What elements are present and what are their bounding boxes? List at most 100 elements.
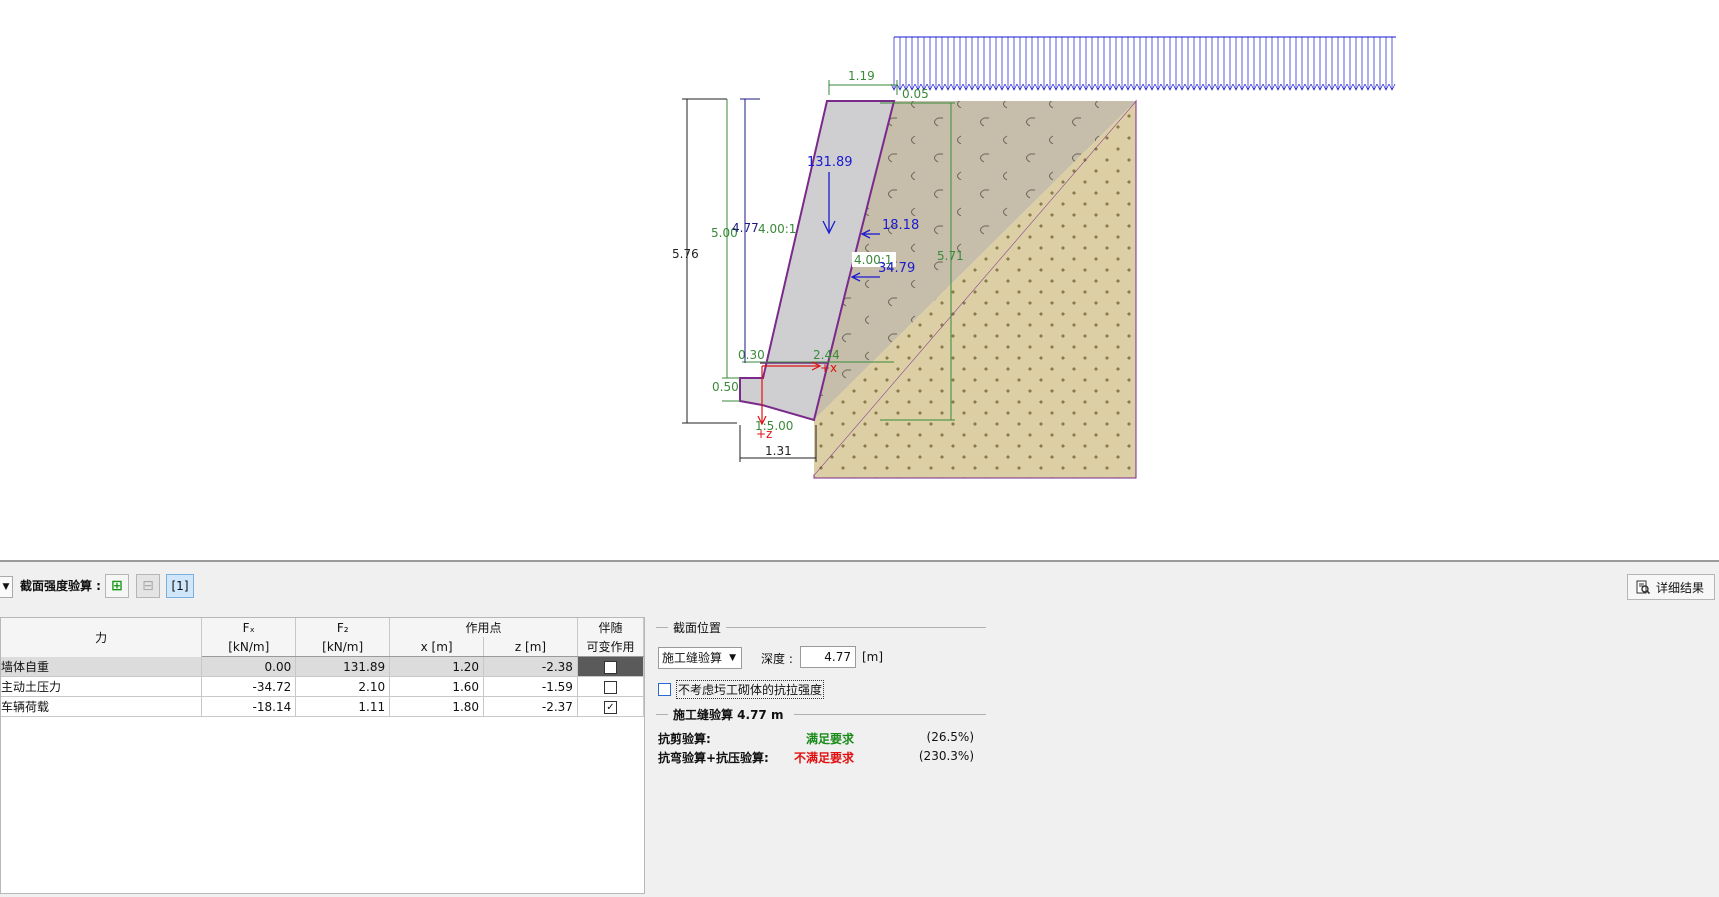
- col-fx: Fₓ: [201, 618, 297, 637]
- surcharge-arrow: [992, 37, 1000, 91]
- surcharge-arrow: [1340, 37, 1348, 91]
- row-fx: 0.00: [201, 656, 297, 677]
- table-row[interactable]: 墙体自重 0.00 131.89 1.20 -2.38: [1, 656, 644, 677]
- surcharge-arrow: [1004, 37, 1012, 91]
- section-mode-select[interactable]: 施工缝验算 ▼: [658, 647, 742, 669]
- depth-label: 深度 :: [761, 652, 793, 666]
- dim-section-depth: 4.77: [732, 221, 759, 235]
- surcharge-arrow: [1052, 37, 1060, 91]
- surcharge-arrow: [1148, 37, 1156, 91]
- col-fz-unit: [kN/m]: [295, 637, 391, 657]
- row-x: 1.80: [389, 696, 485, 717]
- surcharge-arrow: [1010, 37, 1018, 91]
- surcharge-arrow: [1292, 37, 1300, 91]
- col-point: 作用点: [389, 618, 578, 637]
- surcharge-arrow: [896, 37, 904, 91]
- col-force: 力: [1, 618, 203, 657]
- axis-x-label: +x: [820, 361, 837, 375]
- add-analysis-button[interactable]: ⊞: [105, 574, 129, 598]
- surcharge-arrow: [1178, 37, 1186, 91]
- surcharge-arrow: [1280, 37, 1288, 91]
- ignore-tension-checkbox[interactable]: [658, 683, 671, 696]
- surcharge-arrow: [1016, 37, 1024, 91]
- row-fz: 1.11: [295, 696, 391, 717]
- row-name: 墙体自重: [1, 656, 203, 677]
- surcharge-arrow: [938, 37, 946, 91]
- surcharge-arrow: [1256, 37, 1264, 91]
- shear-status: 满足要求: [805, 732, 854, 746]
- surcharge-arrow: [1172, 37, 1180, 91]
- surcharge-arrow: [1244, 37, 1252, 91]
- surcharge-arrow: [1310, 37, 1318, 91]
- row-fz: 131.89: [295, 656, 391, 677]
- variable-checkbox[interactable]: [603, 660, 617, 674]
- surcharge-arrow: [1034, 37, 1042, 91]
- surcharge-arrow: [1088, 37, 1096, 91]
- forces-table: 力 Fₓ F₂ 作用点 伴随 [kN/m] [kN/m] x [m] z [m]…: [0, 617, 645, 894]
- surcharge-arrow: [1196, 37, 1204, 91]
- shear-label: 抗剪验算:: [658, 732, 711, 746]
- col-z: z [m]: [483, 637, 578, 657]
- surcharge-arrow: [962, 37, 970, 91]
- remove-analysis-button[interactable]: ⊟: [136, 574, 160, 598]
- dim-backfill-height: 5.71: [937, 249, 964, 263]
- surcharge-arrow: [1076, 37, 1084, 91]
- detailed-results-button[interactable]: 详细结果: [1627, 574, 1715, 600]
- col-fz: F₂: [295, 618, 391, 637]
- detailed-results-label: 详细结果: [1656, 580, 1705, 595]
- row-name: 车辆荷载: [1, 696, 203, 717]
- surcharge-arrow: [1136, 37, 1144, 91]
- depth-input[interactable]: 4.77: [800, 646, 856, 668]
- group-divider: [726, 627, 986, 628]
- surcharge-arrow: [968, 37, 976, 91]
- section-mode-value: 施工缝验算: [662, 651, 723, 665]
- surcharge-arrow: [1160, 37, 1168, 91]
- variable-checkbox[interactable]: ✓: [603, 700, 617, 714]
- dim-base-height: 0.50: [712, 380, 739, 394]
- surcharge-arrow: [1202, 37, 1210, 91]
- row-name: 主动土压力: [1, 676, 203, 697]
- bending-percent: (230.3%): [918, 749, 974, 763]
- table-row[interactable]: 车辆荷载 -18.14 1.11 1.80 -2.37 ✓: [1, 696, 644, 717]
- surcharge-arrow: [1022, 37, 1030, 91]
- row-x: 1.60: [389, 676, 485, 697]
- row-z: -1.59: [483, 676, 578, 697]
- analysis-tab-1[interactable]: [1]: [166, 574, 194, 598]
- surcharge-arrow: [914, 37, 922, 91]
- force-pressure-1-label: 18.18: [882, 218, 919, 233]
- analysis-panel: ▼ 截面强度验算 : ⊞ ⊟ [1] 详细结果 力 Fₓ F₂ 作用点 伴随 […: [0, 560, 1719, 897]
- wall-cross-section-svg: 5.76 1.31 1.19 0.05 5.00 4.00:1 4.00:1 5…: [672, 36, 1396, 479]
- surcharge-arrow: [908, 37, 916, 91]
- surcharge-arrow: [980, 37, 988, 91]
- force-weight-label: 131.89: [807, 155, 853, 170]
- row-z: -2.37: [483, 696, 578, 717]
- surcharge-arrow: [1082, 37, 1090, 91]
- surcharge-arrow: [1184, 37, 1192, 91]
- surcharge-arrow: [1154, 37, 1162, 91]
- surcharge-arrow: [1274, 37, 1282, 91]
- minus-icon: ⊟: [142, 578, 154, 594]
- variable-checkbox[interactable]: [603, 680, 617, 694]
- col-accompany: 伴随: [577, 618, 644, 637]
- surcharge-arrow: [1094, 37, 1102, 91]
- surcharge-arrow: [956, 37, 964, 91]
- surcharge-arrow: [1268, 37, 1276, 91]
- surcharge-arrow: [1352, 37, 1360, 91]
- table-row[interactable]: 主动土压力 -34.72 2.10 1.60 -1.59: [1, 676, 644, 697]
- surcharge-arrow: [1028, 37, 1036, 91]
- surcharge-arrow: [1100, 37, 1108, 91]
- surcharge-arrow: [1040, 37, 1048, 91]
- surcharge-arrow: [1334, 37, 1342, 91]
- chevron-down-icon: ▼: [729, 653, 736, 663]
- surcharge-arrow: [1064, 37, 1072, 91]
- dim-heel: 2.44: [813, 348, 840, 362]
- ignore-tension-option[interactable]: 不考虑圬工砌体的抗拉强度: [658, 680, 825, 699]
- verification-toolbar: ▼ 截面强度验算 : ⊞ ⊟ [1] 详细结果: [0, 562, 1719, 608]
- wall-drawing: 5.76 1.31 1.19 0.05 5.00 4.00:1 4.00:1 5…: [0, 0, 1719, 560]
- surcharge-arrow: [1046, 37, 1054, 91]
- surcharge-arrow: [1382, 37, 1390, 91]
- surcharge-arrow: [986, 37, 994, 91]
- surcharge-arrow: [1262, 37, 1270, 91]
- dim-base-width: 1.31: [765, 444, 792, 458]
- panel-dropdown-arrow[interactable]: ▼: [0, 576, 13, 598]
